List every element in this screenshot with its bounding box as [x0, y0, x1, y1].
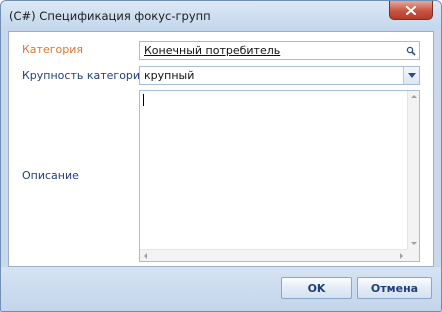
chevron-down-icon — [407, 73, 416, 78]
ok-button[interactable]: OK — [281, 277, 352, 299]
category-label: Категория — [22, 43, 83, 56]
category-lookup-button[interactable] — [403, 42, 419, 59]
category-field[interactable]: Конечный потребитель — [139, 41, 420, 60]
scroll-right-arrow-icon[interactable] — [400, 253, 403, 259]
close-icon — [406, 5, 416, 15]
cancel-button[interactable]: Отмена — [357, 277, 432, 299]
search-icon — [406, 46, 416, 56]
category-size-label: Крупность категории — [22, 69, 148, 82]
category-size-dropdown-button[interactable] — [403, 67, 419, 84]
text-caret — [143, 94, 144, 106]
category-value[interactable]: Конечный потребитель — [144, 44, 280, 57]
scrollbar-corner — [407, 249, 419, 261]
category-size-value[interactable]: крупный — [144, 69, 194, 82]
description-label: Описание — [22, 169, 79, 182]
dialog-window: (C#) Спецификация фокус-групп Категория … — [0, 0, 442, 312]
scroll-down-arrow-icon[interactable] — [411, 242, 417, 245]
horizontal-scrollbar[interactable] — [140, 249, 407, 261]
scroll-up-arrow-icon[interactable] — [411, 95, 417, 98]
form-panel: Категория Конечный потребитель Крупность… — [8, 31, 434, 267]
close-button[interactable] — [389, 1, 433, 20]
scroll-left-arrow-icon[interactable] — [144, 253, 147, 259]
vertical-scrollbar[interactable] — [407, 91, 419, 249]
window-title: (C#) Спецификация фокус-групп — [9, 9, 211, 23]
title-bar[interactable]: (C#) Спецификация фокус-групп — [1, 1, 441, 31]
dialog-footer: OK Отмена — [1, 267, 441, 311]
description-textarea[interactable] — [139, 90, 420, 262]
category-size-select[interactable]: крупный — [139, 66, 420, 85]
